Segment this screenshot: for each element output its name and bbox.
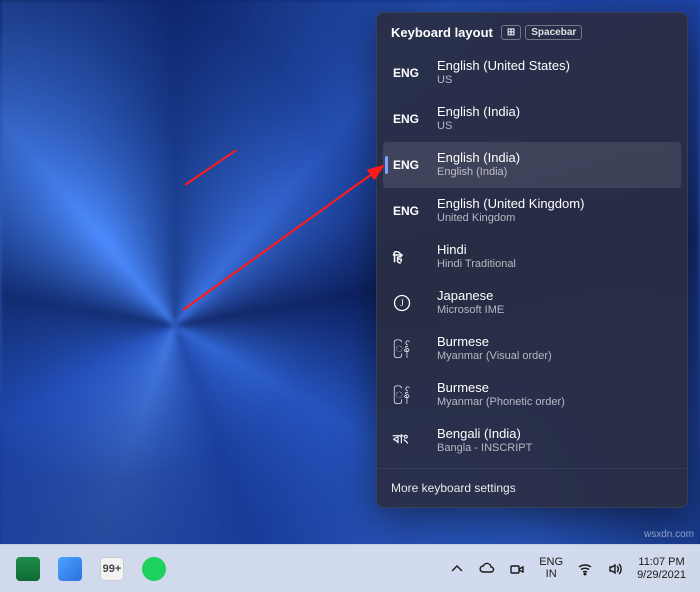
spacebar-key: Spacebar [525,25,582,40]
camera-icon [509,561,525,577]
tray-time: 11:07 PM [638,556,684,568]
taskbar-pinned-apps: 99+ [8,549,174,589]
language-name: Burmese [437,380,565,396]
network-tray-icon[interactable] [571,549,599,589]
lang-line1: ENG [539,557,563,569]
layout-item[interactable]: J JapaneseMicrosoft IME [383,280,681,326]
layout-item[interactable]: हि HindiHindi Traditional [383,234,681,280]
language-sublabel: Hindi Traditional [437,258,516,272]
spotify-taskbar-button[interactable] [134,549,174,589]
excel-app-icon [16,557,40,581]
language-sublabel: US [437,74,570,88]
more-keyboard-settings-link[interactable]: More keyboard settings [377,468,687,507]
language-abbr: हि [393,249,425,266]
language-sublabel: English (India) [437,166,520,180]
excel-taskbar-button[interactable] [8,549,48,589]
keyboard-layout-flyout: Keyboard layout ⊞ Spacebar ENG English (U… [376,12,688,508]
layout-item[interactable]: ENG English (India)US [383,96,681,142]
chat-taskbar-button[interactable]: 99+ [92,549,132,589]
language-name: English (India) [437,104,520,120]
layout-item[interactable]: ENG English (United Kingdom)United Kingdo… [383,188,681,234]
meet-now-tray-icon[interactable] [503,549,531,589]
language-sublabel: Myanmar (Visual order) [437,350,552,364]
language-abbr: ENG [393,158,425,172]
language-sublabel: Microsoft IME [437,304,504,318]
language-abbr: ENG [393,204,425,218]
volume-tray-icon[interactable] [601,549,629,589]
language-name: Bengali (India) [437,426,532,442]
language-abbr: বাং [393,431,425,451]
chevron-up-icon [449,561,465,577]
layout-item[interactable]: ြန် BurmeseMyanmar (Phonetic order) [383,372,681,418]
taskbar: 99+ ENG IN 11:07 PM 9/29/2021 [0,544,700,592]
language-name: Burmese [437,334,552,350]
burmese-script-icon: ြန် [393,386,425,405]
burmese-script-icon: ြန် [393,340,425,359]
language-abbr: ENG [393,66,425,80]
chat-icon: 99+ [100,557,124,581]
language-sublabel: Myanmar (Phonetic order) [437,396,565,410]
wifi-icon [577,561,593,577]
keyboard-shortcut-hint: ⊞ Spacebar [501,25,582,40]
cloud-icon [479,561,495,577]
language-name: Hindi [437,242,516,258]
onedrive-tray-icon[interactable] [473,549,501,589]
tray-date: 9/29/2021 [637,569,686,581]
layout-item[interactable]: ြန် BurmeseMyanmar (Visual order) [383,326,681,372]
layout-item[interactable]: বাং Bengali (India)Bangla - INSCRIPT [383,418,681,464]
svg-text:J: J [400,298,404,308]
spotify-app-icon [142,557,166,581]
watermark-text: wsxdn.com [644,529,694,540]
language-name: English (India) [437,150,520,166]
language-name: Japanese [437,288,504,304]
win-key: ⊞ [501,25,521,40]
layout-list: ENGEnglish (United States)USENGEnglish (… [377,46,687,468]
flyout-title: Keyboard layout [391,25,493,40]
system-tray: ENG IN 11:07 PM 9/29/2021 [443,549,692,589]
layout-item[interactable]: ENG English (India)English (India) [383,142,681,188]
flyout-header: Keyboard layout ⊞ Spacebar [377,13,687,46]
language-sublabel: US [437,120,520,134]
language-name: English (United States) [437,58,570,74]
language-sublabel: Bangla - INSCRIPT [437,442,532,456]
language-indicator-button[interactable]: ENG IN [533,549,569,589]
layout-item[interactable]: ENG English (United States)US [383,50,681,96]
language-abbr: ENG [393,112,425,126]
widgets-icon [58,557,82,581]
tray-overflow-button[interactable] [443,549,471,589]
widgets-taskbar-button[interactable] [50,549,90,589]
speaker-icon [607,561,623,577]
japanese-ime-icon: J [393,294,425,312]
lang-line2: IN [546,569,557,581]
language-sublabel: United Kingdom [437,212,584,226]
clock-tray-button[interactable]: 11:07 PM 9/29/2021 [631,549,692,589]
language-name: English (United Kingdom) [437,196,584,212]
